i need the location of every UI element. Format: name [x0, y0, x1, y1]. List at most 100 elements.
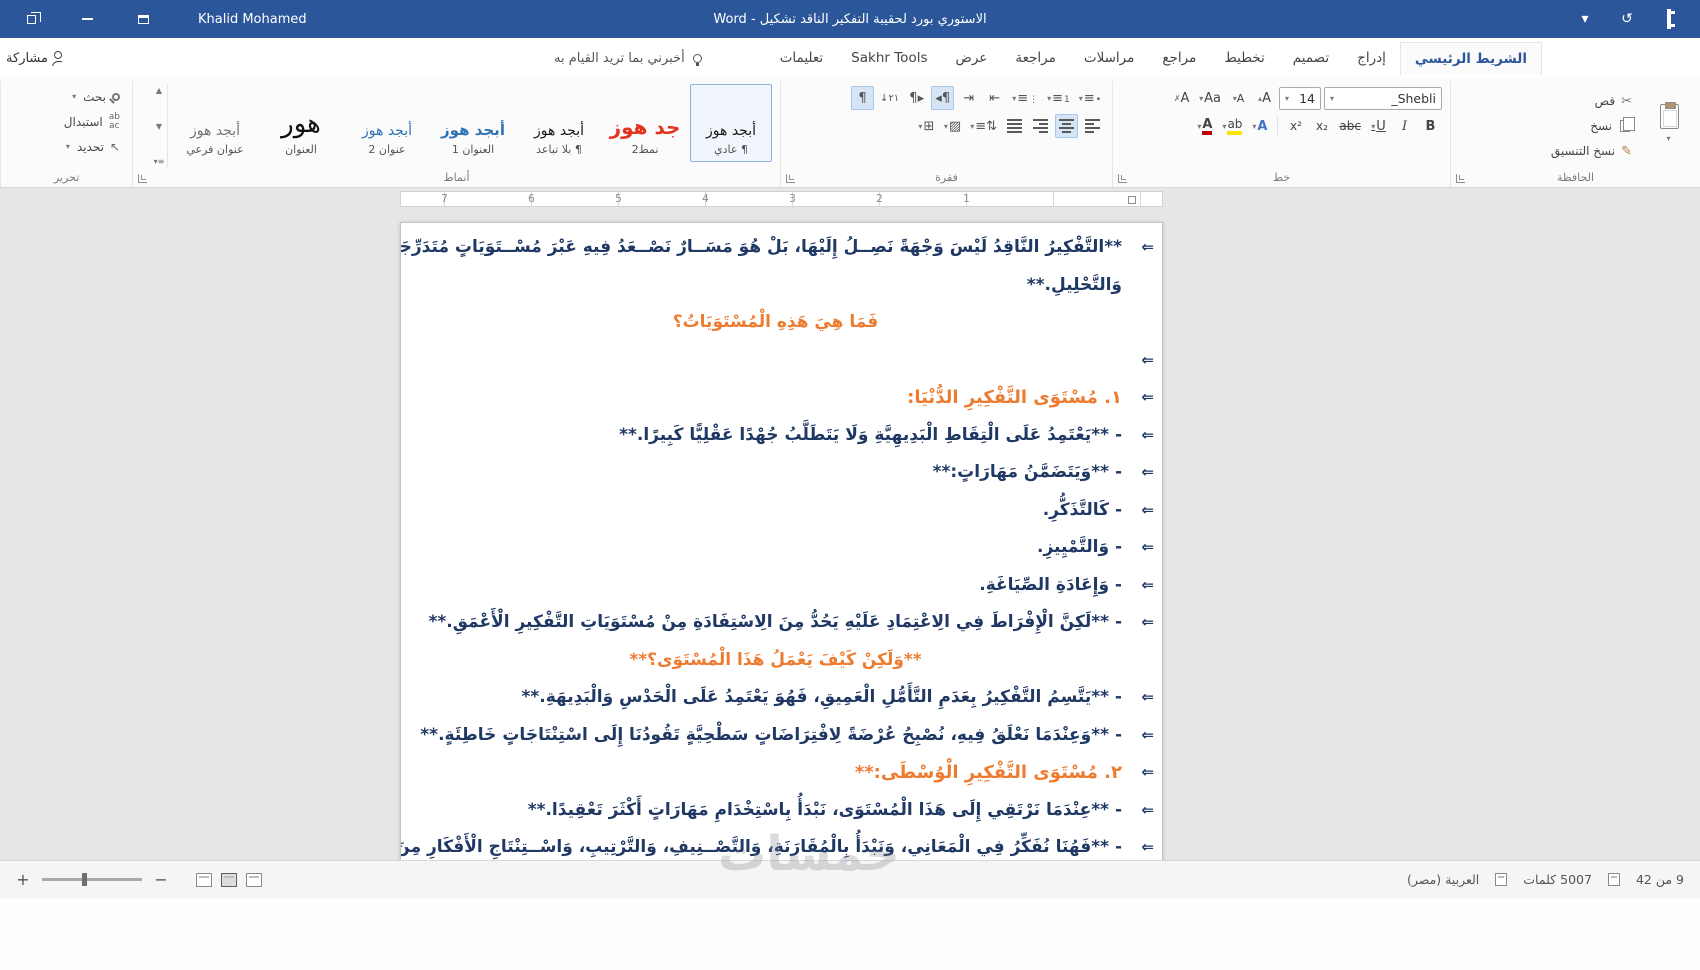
styles-dialog-launcher-icon[interactable]: [138, 174, 147, 183]
doc-text[interactable]: **وَلَكِنْ كَيْفَ يَعْمَلُ هَذَا الْمُسْ…: [629, 650, 921, 670]
minimize-window-icon[interactable]: [72, 6, 102, 32]
document-page[interactable]: ⇐ **التَّفْكِيرُ النَّاقِدُ لَيْسَ وَجْهَ…: [400, 222, 1163, 860]
font-color-button[interactable]: A ▾: [1193, 114, 1216, 138]
strikethrough-button[interactable]: abc: [1336, 114, 1364, 138]
align-left-button[interactable]: [1029, 114, 1052, 138]
doc-text[interactable]: - **وَعِنْدَمَا نَعْلَقُ فِيهِ، نُصْبِحُ…: [420, 725, 1122, 745]
show-formatting-marks-button[interactable]: ¶: [851, 86, 875, 110]
zoom-in-button[interactable]: +: [16, 870, 30, 889]
change-case-button[interactable]: Aa ▾: [1196, 86, 1224, 110]
font-name-select[interactable]: _Shebli ▾: [1324, 86, 1442, 110]
copy-button[interactable]: نسخ: [1547, 114, 1636, 139]
font-size-select[interactable]: 14 ▾: [1279, 86, 1321, 110]
text-effects-button[interactable]: A ▾: [1248, 114, 1271, 138]
read-mode-button[interactable]: [196, 872, 212, 887]
ltr-text-direction-button[interactable]: ▸¶: [905, 86, 928, 110]
align-right-button[interactable]: [1081, 114, 1104, 138]
tab-review[interactable]: مراجعة: [1001, 42, 1070, 74]
format-painter-button[interactable]: ✎ نسخ التنسيق: [1547, 139, 1636, 164]
underline-button[interactable]: U ▾: [1367, 114, 1390, 138]
page-icon[interactable]: [1607, 873, 1620, 886]
italic-button[interactable]: I: [1393, 114, 1416, 138]
tab-layout[interactable]: تخطيط: [1210, 42, 1278, 74]
style-normal[interactable]: أبجد هوز ¶ عادي: [690, 84, 772, 162]
indent-marker[interactable]: [1128, 196, 1136, 204]
share-button[interactable]: مشاركة: [0, 51, 62, 66]
page-number-status[interactable]: 9 من 42: [1636, 872, 1684, 887]
print-layout-button[interactable]: [221, 872, 237, 887]
line-spacing-button[interactable]: ⇅≡ ▾: [967, 114, 1000, 138]
doc-text[interactable]: - **عِنْدَمَا نَرْتَقِي إِلَى هَذَا الْم…: [528, 800, 1122, 820]
multilevel-list-button[interactable]: ≡▾: [1009, 86, 1041, 110]
doc-text[interactable]: وَالتَّحْلِيلِ.**: [1027, 275, 1122, 295]
language-status[interactable]: العربية (مصر): [1407, 872, 1479, 887]
tab-home[interactable]: الشريط الرئيسي: [1399, 41, 1542, 75]
doc-text[interactable]: - **فَهُنَا نُفَكِّرُ فِي الْمَعَانِي، و…: [401, 837, 1122, 857]
doc-text[interactable]: - وَإِعَادَةِ الصِّيَاغَةِ.: [979, 575, 1122, 595]
highlight-color-button[interactable]: ab ▾: [1219, 114, 1245, 138]
style-heading-1[interactable]: أبجد هوز العنوان 1: [432, 84, 514, 162]
bullets-button[interactable]: ≡▾: [1076, 86, 1104, 110]
justify-button[interactable]: [1003, 114, 1026, 138]
word-count-status[interactable]: 5007 كلمات: [1523, 872, 1592, 887]
doc-text[interactable]: - كَالتَّذَكُّرِ.: [1043, 500, 1122, 520]
undo-icon[interactable]: ↺: [1616, 11, 1638, 27]
clipboard-dialog-launcher-icon[interactable]: [1456, 174, 1465, 183]
paragraph-dialog-launcher-icon[interactable]: [786, 174, 795, 183]
tab-design[interactable]: تصميم: [1279, 42, 1343, 74]
tab-view[interactable]: عرض: [942, 42, 1002, 74]
doc-text[interactable]: - **يَعْتَمِدُ عَلَى الْتِقَاطِ الْبَدِي…: [619, 425, 1122, 445]
select-button[interactable]: ↖ تحديد ▾: [9, 134, 124, 159]
doc-text[interactable]: - **يَتَّسِمُ التَّفْكِيرُ بِعَدَمِ التَ…: [521, 687, 1122, 707]
sort-button[interactable]: ٢١↓: [877, 86, 902, 110]
style-title[interactable]: هور العنوان: [260, 84, 342, 162]
ribbon-display-options-icon[interactable]: [128, 6, 158, 32]
tab-sakhr-tools[interactable]: Sakhr Tools: [837, 42, 941, 74]
doc-text[interactable]: - وَالتَّمْيِيزِ.: [1037, 537, 1122, 557]
zoom-slider[interactable]: [42, 873, 142, 886]
web-layout-button[interactable]: [246, 872, 262, 887]
cut-button[interactable]: ✂ قص: [1547, 89, 1636, 114]
bold-button[interactable]: B: [1419, 114, 1442, 138]
doc-text[interactable]: ٢. مُسْتَوَى التَّفْكِيرِ الْوُسْطَى:**: [855, 762, 1122, 783]
clear-formatting-button[interactable]: A ✗: [1170, 86, 1193, 110]
find-button[interactable]: بحث ▾: [9, 84, 124, 109]
doc-text[interactable]: - **وَيَتَضَمَّنُ مَهَارَاتٍ:**: [933, 462, 1122, 482]
paste-button[interactable]: ▾: [1646, 84, 1692, 162]
styles-scroll-up-icon[interactable]: ▲: [156, 86, 162, 95]
rtl-text-direction-button[interactable]: ¶◂: [931, 86, 955, 110]
borders-button[interactable]: ⊞ ▾: [915, 114, 938, 138]
style-namat2[interactable]: جد هوز نمط2: [604, 84, 686, 162]
horizontal-ruler[interactable]: 7 6 5 4 3 2 1: [400, 191, 1163, 207]
styles-gallery-expand-icon[interactable]: ≡▾: [154, 157, 165, 166]
restore-window-icon[interactable]: [16, 6, 46, 32]
style-subtitle[interactable]: أبجد هوز عنوان فرعي: [174, 84, 256, 162]
doc-text[interactable]: **التَّفْكِيرُ النَّاقِدُ لَيْسَ وَجْهَة…: [401, 237, 1122, 257]
numbering-button[interactable]: ≡▾: [1044, 86, 1073, 110]
subscript-button[interactable]: x₂: [1310, 114, 1333, 138]
style-heading-2[interactable]: أبجد هوز عنوان 2: [346, 84, 428, 162]
zoom-slider-thumb[interactable]: [82, 873, 87, 886]
zoom-out-button[interactable]: −: [154, 870, 168, 889]
increase-indent-button[interactable]: ⇥: [957, 86, 980, 110]
tab-help[interactable]: تعليمات: [766, 42, 837, 74]
align-center-button[interactable]: [1055, 114, 1078, 138]
doc-text[interactable]: ١. مُسْتَوَى التَّفْكِيرِ الدُّنْيَا:: [907, 387, 1122, 408]
proofing-book-icon[interactable]: [1495, 873, 1508, 886]
tell-me-box[interactable]: أخبرني بما تريد القيام به: [554, 51, 702, 66]
save-icon[interactable]: [1658, 9, 1680, 29]
customize-qat-chevron-icon[interactable]: ▾: [1574, 11, 1596, 27]
tab-insert[interactable]: إدراج: [1343, 42, 1400, 74]
styles-scroll-down-icon[interactable]: ▼: [156, 122, 162, 131]
superscript-button[interactable]: x²: [1284, 114, 1307, 138]
doc-text[interactable]: فَمَا هِيَ هَذِهِ الْمُسْتَوَيَاتُ؟: [673, 312, 879, 332]
grow-font-button[interactable]: A ▴: [1253, 86, 1276, 110]
style-no-spacing[interactable]: أبجد هوز ¶ بلا تباعد: [518, 84, 600, 162]
shading-button[interactable]: ▨ ▾: [941, 114, 964, 138]
replace-button[interactable]: ab ac استبدال: [9, 109, 124, 134]
font-dialog-launcher-icon[interactable]: [1118, 174, 1127, 183]
account-user-name[interactable]: Khalid Mohamed: [198, 12, 307, 27]
tab-references[interactable]: مراجع: [1148, 42, 1210, 74]
tab-mailings[interactable]: مراسلات: [1070, 42, 1149, 74]
doc-text[interactable]: - **لَكِنَّ الْإِفْرَاطَ فِي الِاعْتِمَا…: [428, 612, 1122, 632]
